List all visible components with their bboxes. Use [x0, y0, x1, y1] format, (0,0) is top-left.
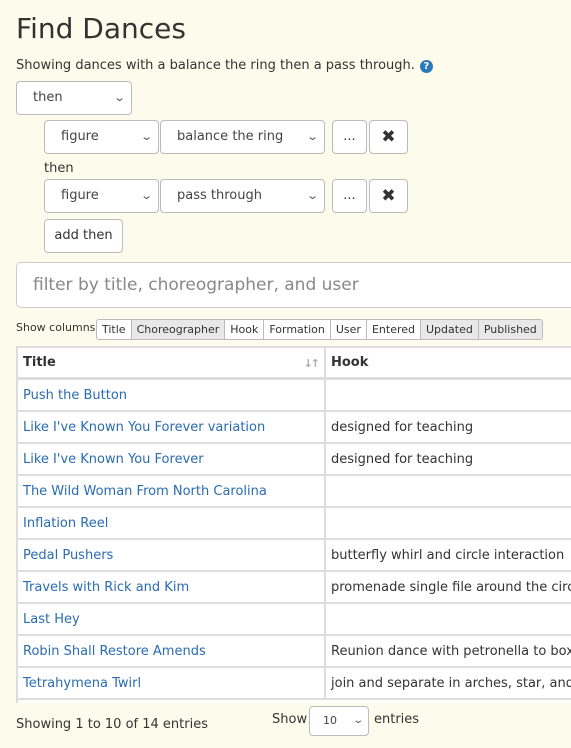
dance-hook [325, 475, 571, 508]
find-dances-page: Find Dances Showing dances with a balanc… [0, 0, 571, 748]
column-header-title-label: Title [23, 355, 56, 370]
dance-title-link[interactable]: Like I've Known You Forever [18, 443, 326, 476]
table-row: Inflation Reel [18, 507, 571, 540]
dance-title-link[interactable]: Tetrahymena Twirl [18, 667, 326, 700]
clause-1-type-select[interactable]: figure ⌄ [44, 120, 159, 154]
table-row: Like I've Known You Forever variation de… [18, 411, 571, 444]
page-length-suffix: entries [374, 712, 420, 727]
dance-hook [325, 378, 571, 412]
dance-title-link[interactable]: Inflation Reel [18, 507, 326, 540]
table-info: Showing 1 to 10 of 14 entries [16, 717, 208, 732]
clause-1-figure-value: balance the ring [177, 129, 284, 144]
operator-select[interactable]: then ⌄ [16, 81, 132, 115]
dance-hook: promenade single file around the circle [325, 571, 571, 604]
dance-title-link[interactable]: Travels with Rick and Kim [18, 571, 326, 604]
table-row: Last Hey [18, 603, 571, 636]
column-toggle-entered[interactable]: Entered [365, 319, 421, 340]
then-label: then [44, 161, 74, 176]
table-row: The Wild Woman From North Carolina [18, 475, 571, 508]
search-summary-text: Showing dances with a balance the ring t… [16, 58, 415, 73]
dance-title-link[interactable]: Like I've Known You Forever variation [18, 411, 326, 444]
dance-hook: Reunion dance with petronella to box cir… [325, 635, 571, 668]
dance-hook: butterfly whirl and circle interaction [325, 539, 571, 572]
column-header-title[interactable]: Title ↓↑ [18, 348, 326, 380]
page-title: Find Dances [16, 12, 186, 45]
chevron-down-icon: ⌄ [351, 715, 364, 726]
table-row: Robin Shall Restore Amends Reunion dance… [18, 635, 571, 668]
column-header-hook[interactable]: Hook [325, 348, 571, 380]
dance-hook: designed for teaching [325, 443, 571, 476]
dance-title-link[interactable]: Pedal Pushers [18, 539, 326, 572]
column-toggle-choreographer[interactable]: Choreographer [130, 319, 226, 340]
dance-title-link[interactable]: Push the Button [18, 378, 326, 412]
question-circle-icon[interactable]: ? [419, 60, 433, 73]
show-columns-label: Show columns [16, 321, 96, 334]
chevron-down-icon: ⌄ [139, 189, 153, 202]
chevron-down-icon: ⌄ [139, 130, 153, 143]
table-row: Push the Button [18, 378, 571, 412]
table-row: Pedal Pushers butterfly whirl and circle… [18, 539, 571, 572]
clause-2-figure-select[interactable]: pass through ⌄ [160, 179, 325, 213]
column-toggle-title[interactable]: Title [96, 319, 132, 340]
clause-1-figure-select[interactable]: balance the ring ⌄ [160, 120, 325, 154]
dance-title-link[interactable]: Last Hey [18, 603, 326, 636]
page-length-label: Show [272, 712, 308, 727]
sort-icon: ↓↑ [303, 357, 321, 370]
column-toggle-published[interactable]: Published [477, 319, 543, 340]
dances-table: Title ↓↑ Hook Push the Button Like I've K… [16, 346, 571, 703]
clause-1-remove-button[interactable]: ✖ [369, 120, 408, 154]
dance-hook [325, 507, 571, 540]
clause-2-type-value: figure [61, 188, 99, 203]
operator-select-value: then [33, 90, 63, 105]
table-header-row: Title ↓↑ Hook [18, 348, 571, 380]
chevron-down-icon: ⌄ [112, 91, 126, 104]
add-then-button[interactable]: add then [44, 219, 123, 253]
column-header-hook-label: Hook [331, 355, 369, 370]
close-icon: ✖ [381, 127, 396, 147]
column-toggle-formation[interactable]: Formation [263, 319, 331, 340]
table-row: Like I've Known You Forever designed for… [18, 443, 571, 476]
filter-input[interactable]: filter by title, choreographer, and user [16, 262, 571, 308]
column-toggle-group: Title Choreographer Hook Formation User … [96, 319, 543, 340]
chevron-down-icon: ⌄ [305, 130, 319, 143]
clause-2-remove-button[interactable]: ✖ [369, 179, 408, 213]
dance-hook [325, 603, 571, 636]
close-icon: ✖ [381, 186, 396, 206]
chevron-down-icon: ⌄ [305, 189, 319, 202]
page-length-value: 10 [323, 714, 337, 727]
search-summary: Showing dances with a balance the ring t… [16, 58, 433, 73]
table-row: Tetrahymena Twirl join and separate in a… [18, 667, 571, 700]
clause-2-type-select[interactable]: figure ⌄ [44, 179, 159, 213]
table-row: Travels with Rick and Kim promenade sing… [18, 571, 571, 604]
column-toggle-user[interactable]: User [329, 319, 367, 340]
dance-hook: join and separate in arches, star, and g… [325, 667, 571, 700]
column-toggle-updated[interactable]: Updated [420, 319, 479, 340]
clause-2-more-button[interactable]: ... [332, 179, 367, 213]
dance-title-link[interactable]: The Wild Woman From North Carolina [18, 475, 326, 508]
dance-title-link[interactable]: Robin Shall Restore Amends [18, 635, 326, 668]
clause-1-type-value: figure [61, 129, 99, 144]
clause-2-figure-value: pass through [177, 188, 262, 203]
column-toggle-hook[interactable]: Hook [224, 319, 265, 340]
page-length-select[interactable]: 10 ⌄ [309, 706, 369, 736]
dance-hook: designed for teaching [325, 411, 571, 444]
clause-1-more-button[interactable]: ... [332, 120, 367, 154]
